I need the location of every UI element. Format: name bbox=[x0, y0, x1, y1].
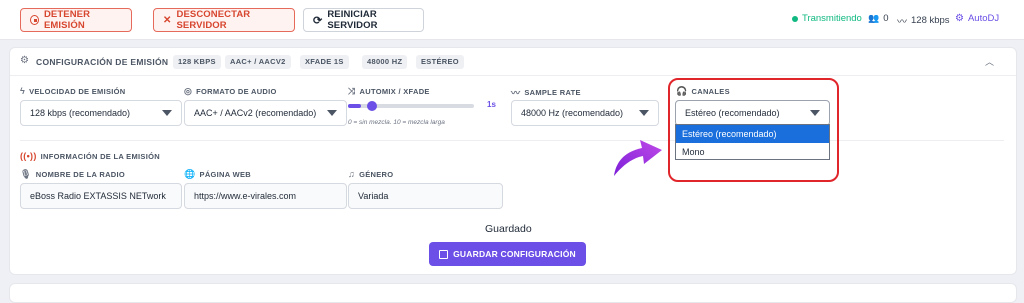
settings-icon: ⚙ bbox=[20, 55, 29, 66]
save-config-label: GUARDAR CONFIGURACIÓN bbox=[453, 249, 576, 259]
bitrate-indicator: 〰 128 kbps bbox=[897, 13, 950, 28]
secondary-card bbox=[9, 283, 1017, 303]
info-section-label: ((•)) INFORMACIÓN DE LA EMISIÓN bbox=[20, 151, 160, 161]
automix-hint: 0 = sin mezcla. 10 = mezcla larga bbox=[348, 119, 445, 126]
stream-status-text: Transmitiendo bbox=[802, 13, 862, 24]
genre-value: Variada bbox=[358, 191, 389, 201]
badge-xfade: XFADE 1S bbox=[300, 55, 349, 69]
users-icon: 👥 bbox=[868, 13, 880, 23]
unplug-icon: ✕ bbox=[163, 14, 172, 26]
genre-input[interactable]: Variada bbox=[348, 183, 503, 209]
website-input[interactable]: https://www.e-virales.com bbox=[184, 183, 347, 209]
lightning-icon: ϟ bbox=[20, 86, 26, 96]
automix-slider-thumb[interactable] bbox=[366, 101, 377, 111]
bitrate-field-label: ϟ VELOCIDAD DE EMISIÓN bbox=[20, 86, 126, 96]
website-value: https://www.e-virales.com bbox=[194, 191, 297, 201]
format-field-label: ◎ FORMATO DE AUDIO bbox=[184, 86, 277, 97]
activity-icon: 〰 bbox=[511, 88, 521, 98]
genre-field-label: ♫ GÉNERO bbox=[348, 169, 393, 179]
samplerate-label-text: SAMPLE RATE bbox=[524, 88, 581, 97]
bitrate-select[interactable]: 128 kbps (recomendado) bbox=[20, 100, 182, 126]
disc-icon: ◎ bbox=[184, 86, 193, 96]
autodj-label: AutoDJ bbox=[967, 13, 1000, 24]
broadcast-icon: ((•)) bbox=[20, 151, 37, 161]
bitrate-indicator-value: 128 kbps bbox=[911, 15, 950, 26]
globe-icon: 🌐 bbox=[184, 169, 196, 179]
caret-down-icon bbox=[327, 110, 337, 116]
website-label-text: PÁGINA WEB bbox=[199, 170, 251, 179]
shuffle-icon: ⤨ bbox=[348, 86, 356, 96]
badge-samplerate: 48000 HZ bbox=[362, 55, 408, 69]
listeners-count: 👥 0 bbox=[868, 13, 889, 24]
refresh-icon: ⟳ bbox=[313, 14, 323, 27]
automix-slider-fill bbox=[348, 104, 361, 108]
save-icon bbox=[439, 249, 449, 259]
automix-slider[interactable] bbox=[348, 101, 474, 111]
samplerate-select-value: 48000 Hz (recomendado) bbox=[521, 108, 624, 118]
restart-server-label: REINICIAR SERVIDOR bbox=[327, 9, 378, 31]
samplerate-field-label: 〰 SAMPLE RATE bbox=[511, 86, 581, 99]
cog-icon: ⚙ bbox=[955, 13, 964, 24]
radio-name-value: eBoss Radio EXTASSIS NETwork bbox=[30, 191, 166, 201]
stop-broadcast-label: DETENER EMISIÓN bbox=[43, 9, 91, 31]
top-toolbar: DETENER EMISIÓN ✕ DESCONECTAR SERVIDOR ⟳… bbox=[0, 0, 1024, 40]
format-label-text: FORMATO DE AUDIO bbox=[196, 87, 277, 96]
restart-server-button[interactable]: ⟳ REINICIAR SERVIDOR bbox=[303, 8, 424, 32]
info-section-text: INFORMACIÓN DE LA EMISIÓN bbox=[40, 151, 160, 161]
saved-status-text: Guardado bbox=[485, 223, 532, 235]
bitrate-label-text: VELOCIDAD DE EMISIÓN bbox=[29, 86, 126, 96]
bitrate-select-value: 128 kbps (recomendado) bbox=[30, 108, 131, 118]
live-dot-icon bbox=[792, 15, 798, 22]
format-select-value: AAC+ / AACv2 (recomendado) bbox=[194, 108, 317, 118]
pointer-arrow-annotation bbox=[614, 140, 662, 176]
broadcast-config-card: ⚙ CONFIGURACIÓN DE EMISIÓN 128 KBPS AAC+… bbox=[9, 47, 1017, 275]
listeners-value: 0 bbox=[883, 13, 889, 24]
disconnect-server-label: DESCONECTAR SERVIDOR bbox=[176, 9, 251, 31]
autodj-indicator[interactable]: ⚙ AutoDJ bbox=[955, 13, 999, 24]
automix-label-text: AUTOMIX / XFADE bbox=[359, 87, 430, 96]
stop-broadcast-button[interactable]: DETENER EMISIÓN bbox=[20, 8, 132, 32]
caret-down-icon bbox=[639, 110, 649, 116]
music-note-icon: ♫ bbox=[348, 169, 356, 179]
automix-field-label: ⤨ AUTOMIX / XFADE bbox=[348, 86, 430, 97]
automix-value: 1s bbox=[487, 100, 496, 109]
chevron-up-icon[interactable]: ︿ bbox=[985, 55, 994, 68]
config-title: CONFIGURACIÓN DE EMISIÓN bbox=[36, 57, 169, 67]
stream-status: Transmitiendo bbox=[792, 13, 862, 24]
activity-icon: 〰 bbox=[897, 17, 907, 28]
radio-name-label-text: NOMBRE DE LA RADIO bbox=[35, 170, 126, 179]
save-config-button[interactable]: GUARDAR CONFIGURACIÓN bbox=[429, 242, 586, 266]
genre-label-text: GÉNERO bbox=[359, 169, 394, 179]
badge-format: AAC+ / AACV2 bbox=[225, 55, 291, 69]
config-header[interactable]: ⚙ CONFIGURACIÓN DE EMISIÓN 128 KBPS AAC+… bbox=[10, 48, 1016, 76]
caret-down-icon bbox=[162, 110, 172, 116]
highlight-annotation bbox=[668, 78, 839, 182]
website-field-label: 🌐 PÁGINA WEB bbox=[184, 169, 251, 180]
stop-icon bbox=[30, 15, 39, 25]
format-select[interactable]: AAC+ / AACv2 (recomendado) bbox=[184, 100, 347, 126]
section-divider bbox=[20, 140, 1004, 141]
disconnect-server-button[interactable]: ✕ DESCONECTAR SERVIDOR bbox=[153, 8, 295, 32]
samplerate-select[interactable]: 48000 Hz (recomendado) bbox=[511, 100, 659, 126]
badge-bitrate: 128 KBPS bbox=[173, 55, 221, 69]
radio-name-input[interactable]: eBoss Radio EXTASSIS NETwork bbox=[20, 183, 182, 209]
radio-name-field-label: 🎙 NOMBRE DE LA RADIO bbox=[20, 169, 125, 180]
badge-channels: ESTÉREO bbox=[416, 55, 464, 69]
microphone-icon: 🎙 bbox=[20, 169, 32, 179]
